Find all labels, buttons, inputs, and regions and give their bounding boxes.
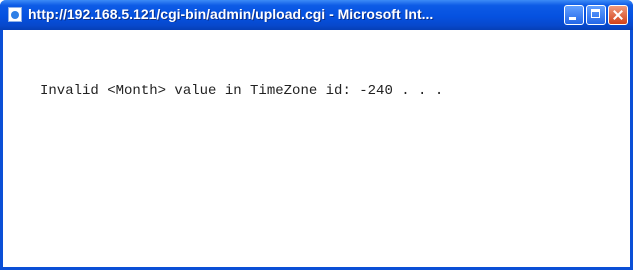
page-content: Invalid <Month> value in TimeZone id: -2… (3, 30, 630, 267)
minimize-button[interactable] (564, 5, 584, 25)
maximize-button[interactable] (586, 5, 606, 25)
title-bar[interactable]: http://192.168.5.121/cgi-bin/admin/uploa… (0, 0, 633, 30)
error-message: Invalid <Month> value in TimeZone id: -2… (40, 83, 444, 99)
ie-page-icon (8, 7, 22, 22)
window-title: http://192.168.5.121/cgi-bin/admin/uploa… (28, 6, 434, 22)
browser-popup-window: http://192.168.5.121/cgi-bin/admin/uploa… (0, 0, 633, 270)
close-button[interactable] (608, 5, 628, 25)
